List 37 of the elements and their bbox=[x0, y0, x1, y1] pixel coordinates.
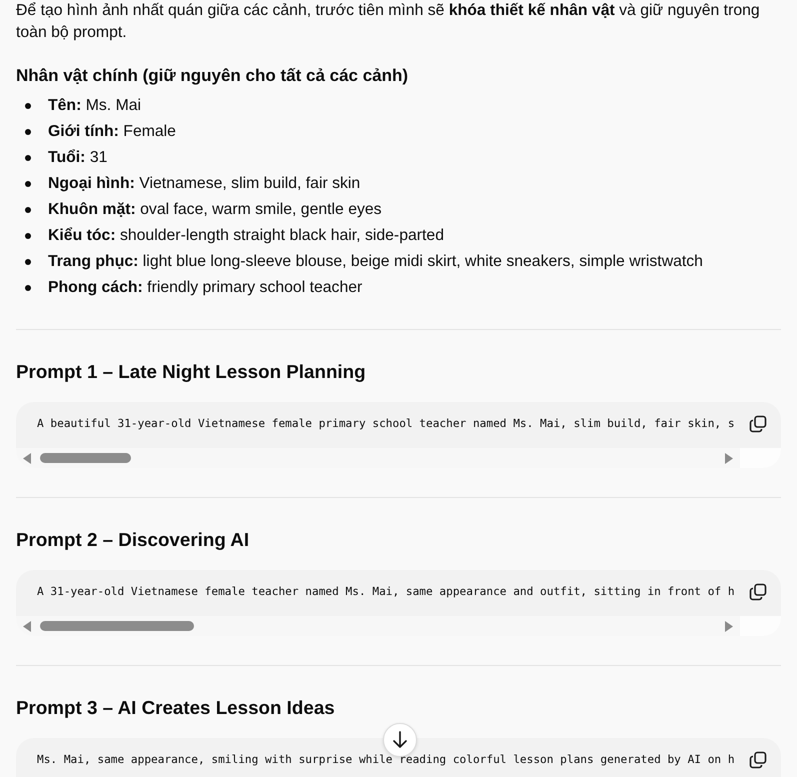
bullet-icon bbox=[25, 207, 31, 213]
scrollbar-thumb[interactable] bbox=[40, 453, 131, 463]
copy-button[interactable] bbox=[748, 582, 768, 602]
copy-button[interactable] bbox=[748, 750, 768, 770]
list-item-text: Khuôn mặt: oval face, warm smile, gentle eyes bbox=[48, 200, 382, 220]
prompt-heading: Prompt 1 – Late Night Lesson Planning bbox=[16, 360, 367, 384]
bullet-icon bbox=[25, 155, 31, 161]
scroll-left-icon bbox=[23, 452, 31, 464]
scroll-right-icon bbox=[725, 452, 733, 464]
code-text: A beautiful 31-year-old Vietnamese female primary school teacher named Ms. Mai, slim build, fair skin, s bbox=[37, 417, 735, 431]
section-heading: Nhân vật chính (giữ nguyên cho tất cả các cảnh) bbox=[16, 65, 410, 87]
down-arrow-icon bbox=[392, 731, 408, 749]
code-text: A 31-year-old Vietnamese female teacher named Ms. Mai, same appearance and outfit, sitting in front of h bbox=[37, 585, 735, 599]
list-item-text: Tuổi: 31 bbox=[48, 148, 108, 168]
list-item-text: Phong cách: friendly primary school teacher bbox=[48, 278, 362, 298]
bullet-icon bbox=[25, 233, 31, 239]
prompt-heading: Prompt 2 – Discovering AI bbox=[16, 528, 250, 552]
list-item-text: Tên: Ms. Mai bbox=[48, 96, 142, 116]
list-item-text: Trang phục: light blue long-sleeve blouse, beige midi skirt, white sneakers, simple wristwatch bbox=[48, 252, 703, 272]
code-text: Ms. Mai, same appearance, smiling with surprise while reading colorful lesson plans generated by AI on h bbox=[37, 753, 735, 767]
scroll-left-icon bbox=[23, 620, 31, 632]
copy-icon bbox=[749, 583, 767, 601]
scrollbar-thumb[interactable] bbox=[40, 621, 194, 631]
copy-button[interactable] bbox=[748, 414, 768, 434]
bullet-icon bbox=[25, 285, 31, 291]
bullet-icon bbox=[25, 129, 31, 135]
prompt-heading: Prompt 3 – AI Creates Lesson Ideas bbox=[16, 696, 336, 720]
bullet-icon bbox=[25, 259, 31, 265]
intro-paragraph: Để tạo hình ảnh nhất quán giữa các cảnh, trước tiên mình sẽ khóa thiết kế nhân vật và giữ nguyên trong toàn bộ prompt. bbox=[16, 1, 761, 43]
bullet-icon bbox=[25, 181, 31, 187]
scroll-right-icon bbox=[725, 620, 733, 632]
copy-icon bbox=[749, 751, 767, 769]
copy-icon bbox=[749, 415, 767, 433]
list-item-text: Giới tính: Female bbox=[48, 122, 176, 142]
bullet-icon bbox=[25, 103, 31, 109]
list-item-text: Ngoại hình: Vietnamese, slim build, fair skin bbox=[48, 174, 360, 194]
list-item-text: Kiểu tóc: shoulder-length straight black hair, side-parted bbox=[48, 226, 444, 246]
